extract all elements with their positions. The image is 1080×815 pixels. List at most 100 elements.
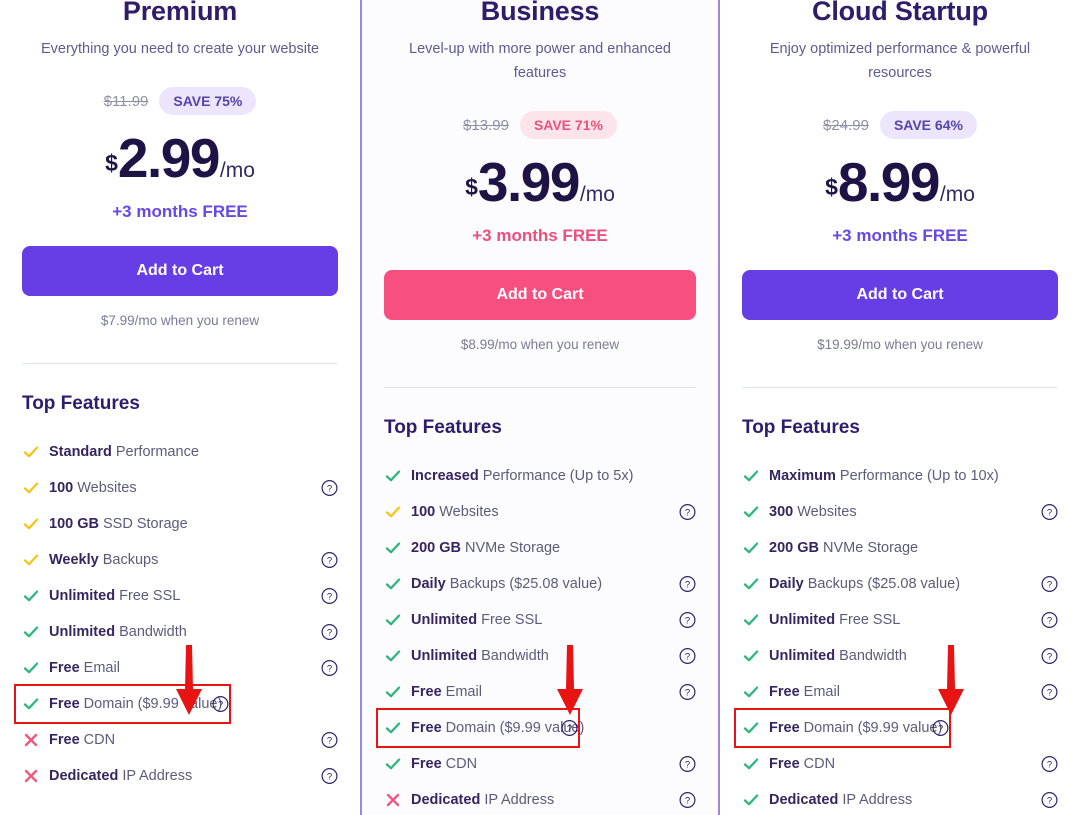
check-icon: [22, 588, 40, 604]
renewal-price-note: $8.99/mo when you renew: [460, 337, 620, 352]
check-icon: [742, 540, 760, 556]
price-amount: 8.99: [837, 151, 941, 213]
help-icon[interactable]: ?: [679, 647, 696, 665]
help-icon[interactable]: ?: [321, 587, 338, 605]
help-icon[interactable]: ?: [321, 731, 338, 749]
feature-label-emphasis: Dedicated: [49, 768, 119, 784]
price-period: /mo: [219, 159, 255, 182]
feature-label: Dedicated IP Address: [49, 768, 192, 784]
feature-label-rest: Domain ($9.99 value): [799, 720, 943, 736]
feature-row: Daily Backups ($25.08 value)?: [384, 566, 696, 602]
cross-icon: [22, 769, 40, 783]
feature-label: Free CDN: [769, 756, 835, 772]
help-icon[interactable]: ?: [1041, 575, 1058, 593]
save-badge: SAVE 64%: [879, 111, 977, 139]
feature-label-rest: Email: [799, 684, 840, 700]
feature-label-rest: IP Address: [838, 792, 913, 808]
original-price: $11.99: [103, 92, 149, 110]
feature-row: 100 GB SSD Storage: [22, 506, 338, 542]
svg-text:?: ?: [1047, 508, 1052, 519]
add-to-cart-button[interactable]: Add to Cart: [742, 270, 1058, 320]
feature-label: Unlimited Free SSL: [49, 588, 180, 604]
help-icon[interactable]: ?: [1041, 791, 1058, 809]
help-icon[interactable]: ?: [1041, 611, 1058, 629]
feature-row: 200 GB NVMe Storage: [742, 530, 1058, 566]
help-icon[interactable]: ?: [1041, 683, 1058, 701]
help-icon[interactable]: ?: [212, 695, 229, 713]
feature-label: Dedicated IP Address: [769, 792, 912, 808]
feature-label-emphasis: Unlimited: [769, 648, 836, 664]
feature-label-emphasis: 100: [49, 480, 74, 496]
features-list: Standard Performance 100 Websites? 100 GB …: [14, 434, 338, 794]
check-icon: [742, 684, 760, 700]
feature-row-highlighted: Free Domain ($9.99 value)?: [376, 708, 584, 748]
svg-text:?: ?: [1047, 652, 1052, 663]
feature-label-rest: Websites: [73, 480, 137, 496]
feature-label: Free CDN: [411, 756, 477, 772]
feature-label-emphasis: Standard: [49, 444, 112, 460]
plan-title: Cloud Startup: [812, 0, 988, 26]
feature-label: Unlimited Free SSL: [769, 612, 900, 628]
feature-label-rest: CDN: [799, 756, 836, 772]
help-icon[interactable]: ?: [679, 791, 696, 809]
current-price: $2.99/mo: [22, 129, 338, 187]
plan-columns: Premium Everything you need to create you…: [0, 0, 1080, 815]
feature-row: Dedicated IP Address?: [742, 782, 1058, 815]
price-amount: 2.99: [117, 127, 221, 189]
svg-text:?: ?: [327, 736, 332, 747]
help-icon[interactable]: ?: [679, 611, 696, 629]
feature-label: Daily Backups ($25.08 value): [411, 576, 602, 592]
check-icon: [22, 516, 40, 532]
feature-row-highlighted: Free Domain ($9.99 value)?: [14, 684, 231, 724]
help-icon[interactable]: ?: [321, 659, 338, 677]
plan-column-business: Business Level-up with more power and enh…: [360, 0, 720, 815]
help-icon[interactable]: ?: [679, 503, 696, 521]
check-icon: [384, 612, 402, 628]
feature-label-emphasis: 200 GB: [411, 540, 461, 556]
pricing-comparison-page: Premium Everything you need to create you…: [0, 0, 1080, 815]
help-icon[interactable]: ?: [561, 719, 578, 737]
feature-label-emphasis: Unlimited: [49, 624, 116, 640]
plan-description: Everything you need to create your websi…: [40, 41, 320, 57]
help-icon[interactable]: ?: [679, 755, 696, 773]
feature-label-rest: IP Address: [480, 792, 555, 808]
feature-label-rest: Performance (Up to 5x): [478, 468, 634, 484]
feature-label-emphasis: Free: [769, 720, 800, 736]
help-icon[interactable]: ?: [1041, 503, 1058, 521]
feature-label-emphasis: 100: [411, 504, 436, 520]
feature-label: 100 GB SSD Storage: [49, 516, 188, 532]
feature-label-rest: Bandwidth: [835, 648, 907, 664]
feature-label: Dedicated IP Address: [411, 792, 554, 808]
feature-label: Unlimited Bandwidth: [769, 648, 907, 664]
feature-label-rest: Backups: [98, 552, 159, 568]
feature-label: Free Email: [411, 684, 482, 700]
svg-text:?: ?: [1047, 688, 1052, 699]
feature-row: Unlimited Bandwidth?: [22, 614, 338, 650]
help-icon[interactable]: ?: [1041, 647, 1058, 665]
help-icon[interactable]: ?: [679, 575, 696, 593]
feature-label: Maximum Performance (Up to 10x): [769, 468, 999, 484]
feature-row: Free CDN?: [742, 746, 1058, 782]
svg-text:?: ?: [685, 580, 690, 591]
check-icon: [384, 576, 402, 592]
add-to-cart-button[interactable]: Add to Cart: [384, 270, 696, 320]
add-to-cart-button[interactable]: Add to Cart: [22, 246, 338, 296]
price-period: /mo: [579, 183, 615, 206]
help-icon[interactable]: ?: [932, 719, 949, 737]
help-icon[interactable]: ?: [321, 623, 338, 641]
plan-column-premium: Premium Everything you need to create you…: [0, 0, 360, 815]
feature-label-rest: Free SSL: [477, 612, 543, 628]
feature-label: Free Email: [769, 684, 840, 700]
help-icon[interactable]: ?: [321, 767, 338, 785]
help-icon[interactable]: ?: [321, 551, 338, 569]
features-heading: Top Features: [384, 417, 502, 438]
help-icon[interactable]: ?: [1041, 755, 1058, 773]
help-icon[interactable]: ?: [321, 479, 338, 497]
feature-label-emphasis: Free: [411, 684, 442, 700]
price-amount: 3.99: [477, 151, 581, 213]
feature-row: Free Email?: [742, 674, 1058, 710]
feature-row-highlighted: Free Domain ($9.99 value)?: [734, 708, 951, 748]
help-icon[interactable]: ?: [679, 683, 696, 701]
features-list: Increased Performance (Up to 5x) 100 Webs…: [376, 458, 696, 815]
feature-label: 100 Websites: [411, 504, 499, 520]
